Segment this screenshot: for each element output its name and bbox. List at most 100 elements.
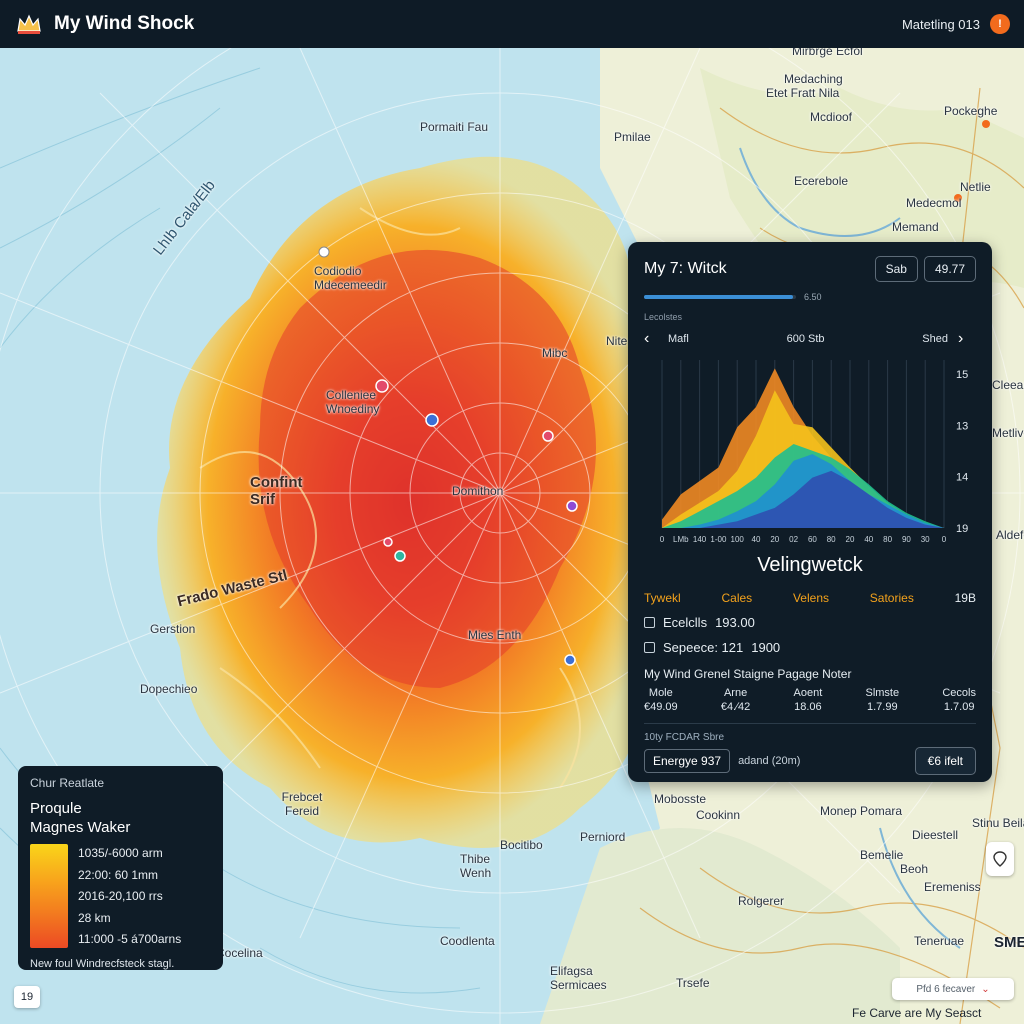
series-label[interactable]: Velens bbox=[793, 591, 829, 605]
legend-title: Proqule bbox=[30, 800, 82, 817]
x-tick-label: 0 bbox=[660, 535, 665, 544]
check-row[interactable]: Sepeece: 121 1900 bbox=[644, 640, 976, 655]
map-label: Codiodio Mdecemeedir bbox=[314, 264, 387, 292]
map-label: Cleeanel bbox=[992, 378, 1024, 392]
map-label: Medaching bbox=[784, 72, 843, 86]
map-label: Gerstion bbox=[150, 622, 196, 636]
panel-chip-b[interactable]: 49.77 bbox=[923, 256, 976, 282]
series-label[interactable]: Satories bbox=[870, 591, 914, 605]
map-label: Cocelina bbox=[216, 946, 263, 960]
legend-row: 2016-20,100 rrs bbox=[78, 889, 163, 903]
legend-subtitle: Chur Reatlate bbox=[30, 776, 105, 790]
panel-chip-a[interactable]: Sab bbox=[874, 256, 918, 282]
stat-label: Arne bbox=[723, 687, 748, 699]
page-footer: Fe Carve are My Seasct bbox=[852, 1006, 982, 1020]
stats-row: Mole €49.09 Arne €4.∕42 Aoent 18.06 Slmste 1… bbox=[644, 687, 976, 713]
progress-fill bbox=[644, 295, 793, 299]
x-tick-label: 1-00 bbox=[710, 535, 727, 544]
map-label: Confint Srif bbox=[250, 474, 303, 508]
map-label: Elifagsa Sermicaes bbox=[550, 964, 607, 992]
series-legend: Tywekl Cales Velens Satories 19B bbox=[644, 591, 976, 605]
map-label: Mobosste bbox=[654, 792, 707, 806]
stat-label: Cecols bbox=[942, 687, 976, 699]
stat: Cecols 1.7.09 bbox=[942, 687, 976, 713]
checkbox[interactable] bbox=[644, 642, 655, 653]
stat-value: €4.∕42 bbox=[720, 701, 751, 713]
chevron-down-icon[interactable]: ⌄ bbox=[981, 984, 989, 995]
stat-value: 1.7.09 bbox=[943, 701, 975, 713]
map-label: Ecerebole bbox=[794, 174, 849, 188]
map-label: Etet Fratt Nila bbox=[766, 86, 840, 100]
y-tick-label: 15 bbox=[956, 369, 968, 381]
x-tick-label: 40 bbox=[864, 535, 873, 544]
stat: Mole €49.09 bbox=[644, 687, 678, 713]
chart-head-center: 600 Stb bbox=[786, 333, 825, 345]
progress-bar[interactable] bbox=[644, 295, 796, 299]
panel-action-button[interactable]: €6 ifelt bbox=[914, 747, 976, 775]
series-label[interactable]: Tywekl bbox=[644, 591, 681, 605]
map-label: Mies Enth bbox=[468, 628, 522, 642]
check-label: Sepeece: 121 bbox=[663, 640, 744, 655]
chevron-right-icon[interactable]: › bbox=[958, 330, 976, 348]
map-label: Coodlenta bbox=[440, 934, 495, 948]
map-label: Medecmol bbox=[906, 196, 962, 210]
map-label: Rolgerer bbox=[738, 894, 785, 908]
search-text: Pfd 6 fecaver bbox=[916, 983, 976, 995]
chart-head-right: Shed bbox=[922, 333, 948, 345]
progress-label: 6.50 bbox=[804, 292, 822, 302]
map-label: Aldefo bbox=[996, 528, 1024, 542]
map-label: Metlivos bbox=[992, 426, 1024, 440]
stat-label: Aoent bbox=[793, 687, 823, 699]
map-label: Netlie bbox=[960, 180, 991, 194]
map-label: Perniord bbox=[580, 830, 626, 844]
search-pill[interactable]: Pfd 6 fecaver ⌄ bbox=[892, 978, 1014, 1000]
y-tick-label: 13 bbox=[956, 420, 968, 432]
y-tick-label: 19 bbox=[956, 523, 968, 535]
stat-value: 18.06 bbox=[794, 701, 822, 713]
x-tick-label: 60 bbox=[808, 535, 817, 544]
footer-text: adand (20m) bbox=[738, 755, 801, 767]
stat: Arne €4.∕42 bbox=[721, 687, 750, 713]
y-tick-label: 14 bbox=[956, 472, 968, 484]
pin-icon[interactable] bbox=[986, 842, 1014, 876]
map-label: Dieestell bbox=[912, 828, 959, 842]
chevron-left-icon[interactable]: ‹ bbox=[644, 330, 662, 348]
footer-label: 10ty FCDAR Sbre bbox=[644, 732, 725, 743]
series-label[interactable]: Cales bbox=[721, 591, 752, 605]
x-tick-label: 0 bbox=[942, 535, 947, 544]
map-label: Frebcet Fereid bbox=[281, 790, 323, 818]
x-tick-label: 20 bbox=[770, 535, 779, 544]
map-label: Memand bbox=[892, 220, 939, 234]
chart-caption: Lecolstes bbox=[644, 312, 683, 322]
app-header: My Wind Shock Matetling 013 ! bbox=[0, 0, 1024, 48]
check-value: 1900 bbox=[751, 640, 781, 655]
area-chart[interactable]: 0 LMb 140 1-00 100 40 20 02 60 80 20 40 80 90 30 0 15 13 1… bbox=[644, 352, 976, 546]
map-label: Pmilae bbox=[614, 130, 651, 144]
panel-note: My Wind Grenel Staigne Pagage Noter bbox=[644, 667, 852, 681]
legend-row: 11:000 -5 á700arns bbox=[78, 932, 182, 946]
x-tick-label: 100 bbox=[731, 535, 745, 544]
x-tick-label: 80 bbox=[827, 535, 836, 544]
crown-logo-icon[interactable] bbox=[14, 11, 44, 37]
status-text: Matetling 013 bbox=[901, 16, 980, 32]
check-value: 193.00 bbox=[715, 615, 755, 630]
stat: Slmste 1.7.99 bbox=[865, 687, 899, 713]
checkbox[interactable] bbox=[644, 617, 655, 628]
map-label: Stinu Beilas bbox=[972, 816, 1024, 830]
map-label: Mcdioof bbox=[810, 110, 853, 124]
map-label: Monep Pomara bbox=[820, 804, 903, 818]
legend-footer: New foul Windrecfsteck stagl. bbox=[30, 958, 175, 970]
map-label: Mirbrge Ecfol bbox=[792, 48, 863, 58]
check-row[interactable]: Ecelclls 193.00 bbox=[644, 615, 976, 630]
area-chart-svg: 0 LMb 140 1-00 100 40 20 02 60 80 20 40 80 90 30 0 15 13 1… bbox=[660, 360, 968, 544]
notification-icon[interactable]: ! bbox=[990, 14, 1010, 34]
chart-head-left: Mafl bbox=[668, 333, 689, 345]
map-label: Pormaiti Fau bbox=[420, 120, 489, 134]
stat-value: 1.7.99 bbox=[867, 701, 898, 713]
legend-row: 22:00: 60 1mm bbox=[78, 867, 159, 882]
energy-chip[interactable]: Energye 937 bbox=[644, 749, 731, 773]
map-label: Cookinn bbox=[696, 808, 741, 822]
divider bbox=[644, 723, 976, 724]
map-label: SME bbox=[994, 934, 1024, 951]
zoom-level-badge[interactable]: 19 bbox=[14, 986, 40, 1008]
